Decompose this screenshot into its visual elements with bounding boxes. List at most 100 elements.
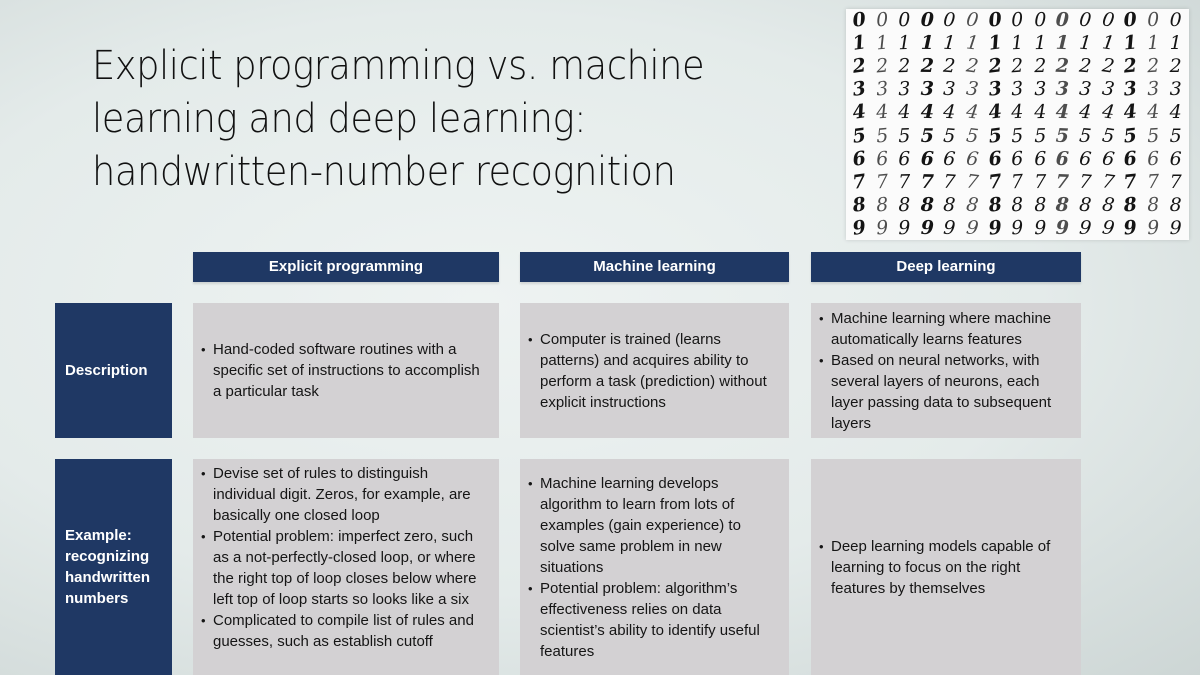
handwritten-digit: 7 (851, 169, 868, 194)
handwritten-digit: 4 (898, 101, 911, 124)
bullet-item: Complicated to compile list of rules and… (201, 610, 489, 652)
bullet-item: Based on neural networks, with several l… (819, 350, 1071, 434)
handwritten-digit: 1 (1169, 32, 1182, 55)
handwritten-digit: 3 (874, 77, 889, 101)
handwritten-digit: 3 (942, 77, 957, 101)
handwritten-digit: 0 (965, 8, 980, 32)
handwritten-digit: 3 (1100, 77, 1116, 102)
handwritten-digit: 4 (942, 101, 957, 124)
handwritten-digit: 2 (1146, 54, 1160, 78)
handwritten-digit: 7 (1122, 170, 1139, 194)
handwritten-digit: 7 (1169, 170, 1182, 193)
handwritten-digit: 0 (986, 8, 1003, 32)
handwritten-digit: 0 (942, 8, 957, 32)
handwritten-digit: 8 (851, 193, 868, 217)
handwritten-digit: 9 (965, 216, 980, 240)
handwritten-digit: 0 (920, 8, 934, 32)
handwritten-digit: 7 (1033, 170, 1047, 193)
handwritten-digit: 6 (920, 147, 934, 170)
column-header-deep-learning: Deep learning (811, 252, 1081, 282)
column-header-machine-learning: Machine learning (520, 252, 789, 282)
handwritten-digit: 6 (1055, 147, 1070, 170)
handwritten-digit: 1 (874, 31, 889, 55)
handwritten-digit: 1 (1055, 31, 1070, 55)
handwritten-digit: 5 (851, 123, 868, 148)
handwritten-digit: 3 (1169, 78, 1182, 101)
handwritten-digit: 2 (986, 54, 1003, 78)
handwritten-digit: 2 (920, 55, 934, 78)
handwritten-digit: 2 (1055, 55, 1070, 78)
handwritten-digit: 5 (1146, 124, 1160, 147)
handwritten-digit: 0 (874, 8, 889, 32)
handwritten-digit: 8 (1010, 193, 1025, 217)
handwritten-digit: 7 (920, 170, 934, 193)
handwritten-digit: 3 (1033, 78, 1047, 101)
cell-description-ml: Computer is trained (learns patterns) an… (520, 303, 789, 438)
handwritten-digit: 2 (1033, 55, 1047, 78)
handwritten-digit: 3 (1055, 78, 1070, 101)
handwritten-digit: 5 (1169, 124, 1182, 147)
handwritten-digit: 7 (1146, 170, 1160, 194)
handwritten-digit: 1 (898, 31, 911, 55)
handwritten-digit: 3 (898, 78, 911, 101)
handwritten-digit: 0 (1122, 8, 1139, 32)
handwritten-digit: 8 (898, 193, 911, 217)
handwritten-digit: 7 (986, 170, 1003, 194)
handwritten-digit: 0 (1033, 8, 1047, 32)
handwritten-digit: 2 (942, 54, 957, 78)
handwritten-digit: 6 (965, 146, 980, 171)
handwritten-digit: 9 (874, 216, 889, 240)
handwritten-digit: 9 (942, 216, 957, 240)
handwritten-digit: 8 (1169, 193, 1182, 216)
handwritten-digit: 6 (1033, 147, 1047, 170)
cell-description-explicit: Hand-coded software routines with a spec… (193, 303, 499, 438)
handwritten-digit: 0 (1100, 8, 1116, 32)
handwritten-digit: 1 (1146, 31, 1160, 55)
handwritten-digit: 9 (1033, 216, 1047, 240)
handwritten-digit: 6 (898, 147, 911, 170)
bullet-item: Potential problem: imperfect zero, such … (201, 526, 489, 610)
handwritten-digit: 4 (1146, 101, 1160, 124)
handwritten-digit: 4 (851, 100, 868, 125)
handwritten-digit: 9 (1055, 216, 1070, 240)
handwritten-digit: 2 (1010, 54, 1025, 78)
slide-title: Explicit programming vs. machine learnin… (92, 43, 705, 195)
handwritten-digit: 1 (920, 32, 934, 55)
handwritten-digit: 6 (1122, 147, 1139, 171)
handwritten-digit: 3 (1078, 77, 1093, 101)
handwritten-digit: 6 (1010, 147, 1025, 171)
handwritten-digit: 9 (1078, 216, 1093, 240)
handwritten-digit: 0 (1010, 8, 1025, 32)
handwritten-digit: 9 (920, 216, 934, 240)
handwritten-digit: 1 (851, 31, 868, 55)
handwritten-digit: 9 (898, 216, 911, 240)
bullet-item: Deep learning models capable of learning… (819, 536, 1071, 599)
handwritten-digit: 5 (942, 124, 957, 147)
handwritten-digit: 8 (942, 193, 957, 217)
handwritten-digit: 8 (1100, 193, 1116, 217)
handwritten-digit: 6 (1169, 147, 1182, 170)
bullet-item: Hand-coded software routines with a spec… (201, 339, 489, 402)
bullet-item: Computer is trained (learns patterns) an… (528, 329, 779, 413)
row-label-example: Example: recognizing handwritten numbers (55, 459, 172, 675)
handwritten-digit: 8 (1033, 193, 1047, 216)
handwritten-digit: 7 (965, 170, 980, 194)
handwritten-digit: 4 (1078, 100, 1093, 124)
handwritten-digit: 1 (1033, 32, 1047, 55)
bullet-item: Machine learning where machine automatic… (819, 308, 1071, 350)
handwritten-digit: 4 (1122, 100, 1139, 125)
handwritten-digit: 3 (851, 77, 868, 102)
handwritten-digit: 9 (1146, 216, 1160, 240)
handwritten-digit: 2 (1169, 55, 1182, 78)
handwritten-digit: 0 (1169, 9, 1182, 32)
handwritten-digit: 6 (851, 146, 868, 171)
handwritten-digit: 2 (898, 55, 911, 78)
handwritten-digit: 2 (1122, 54, 1139, 78)
handwritten-digit: 7 (1078, 170, 1093, 194)
handwritten-digit: 9 (851, 216, 868, 240)
handwritten-digit: 8 (1055, 193, 1070, 217)
handwritten-digit: 3 (986, 77, 1003, 102)
handwritten-digit: 5 (1010, 124, 1025, 147)
handwritten-digit: 4 (874, 100, 889, 124)
column-header-explicit-programming: Explicit programming (193, 252, 499, 282)
